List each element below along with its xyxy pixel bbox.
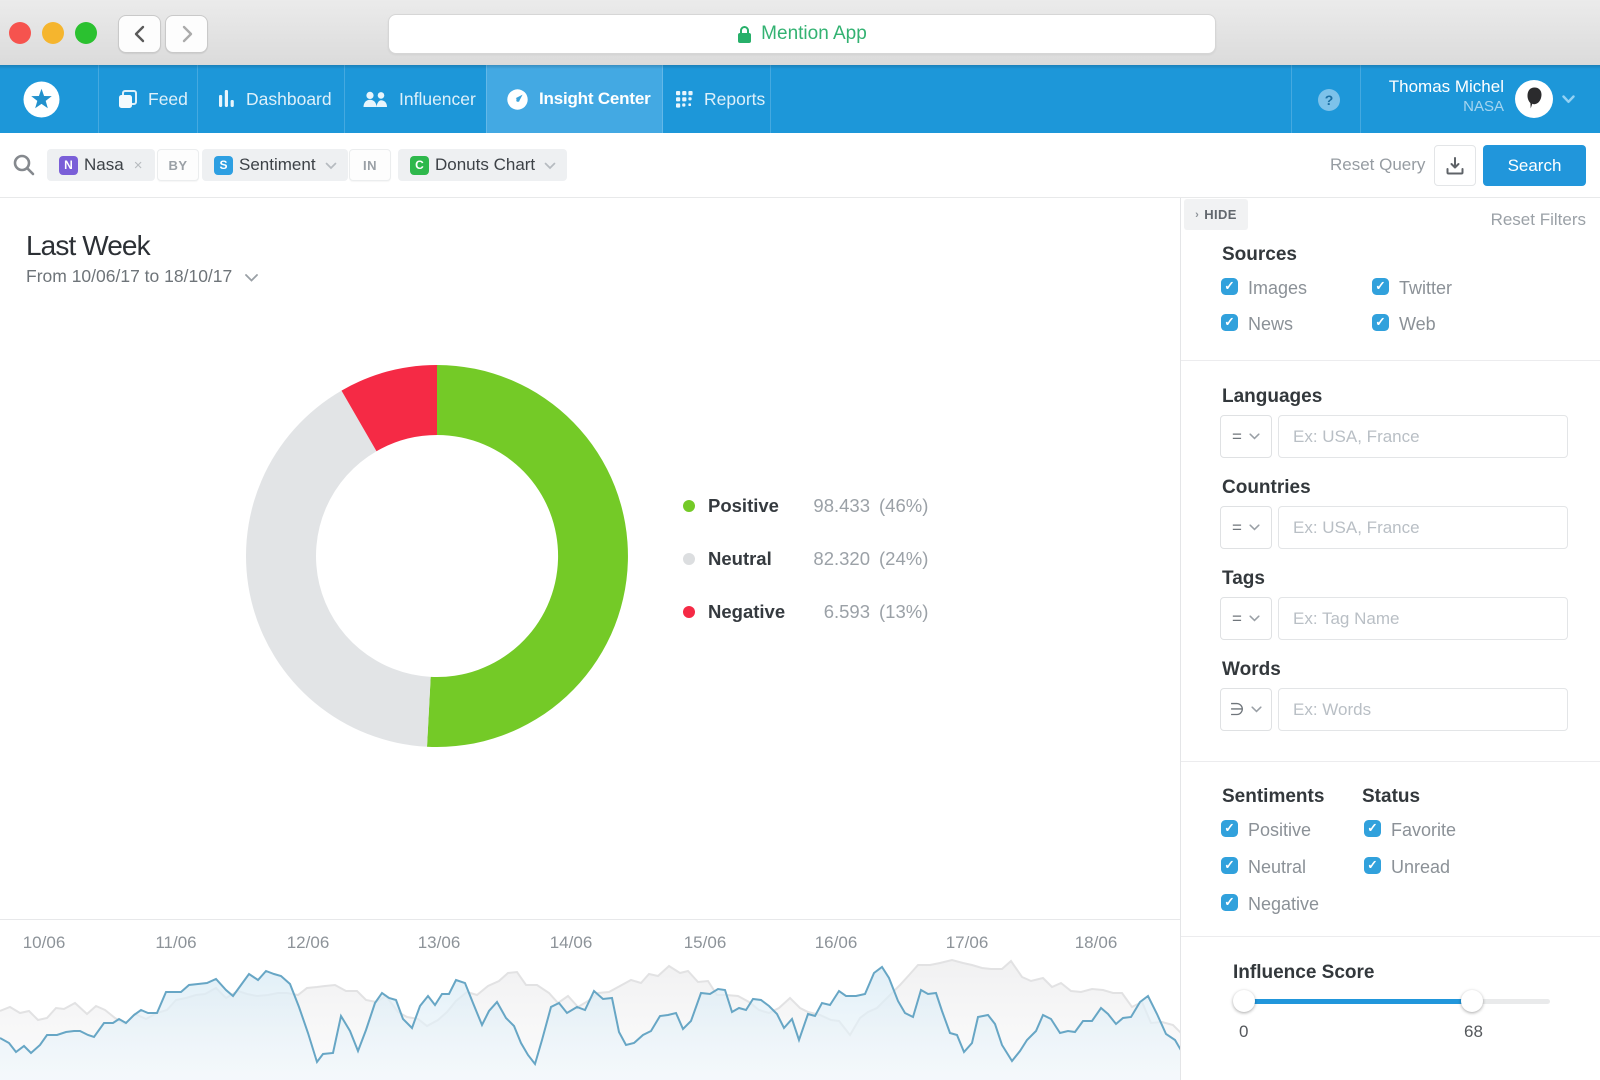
- svg-text:?: ?: [1325, 92, 1334, 108]
